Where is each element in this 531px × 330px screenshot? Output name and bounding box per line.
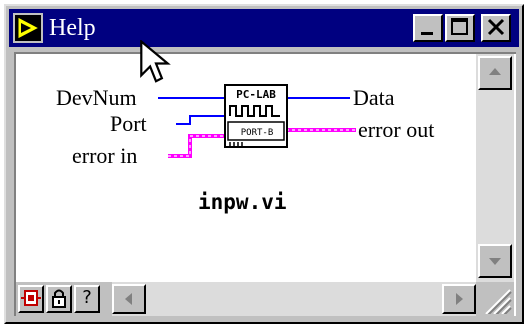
help-window: Help PC-LAB PORT-B DevNum Port error in … bbox=[4, 4, 524, 324]
horizontal-scrollbar[interactable] bbox=[112, 282, 476, 316]
help-content-area: PC-LAB PORT-B DevNum Port error in Data … bbox=[14, 52, 516, 316]
vi-name: inpw.vi bbox=[198, 190, 287, 214]
vi-icon[interactable]: PC-LAB PORT-B bbox=[224, 84, 288, 148]
scroll-down-button[interactable] bbox=[478, 244, 512, 278]
close-button[interactable] bbox=[481, 14, 511, 42]
vi-icon-top-label: PC-LAB bbox=[236, 88, 276, 101]
resize-grip-icon[interactable] bbox=[480, 284, 512, 314]
title-bar[interactable]: Help bbox=[9, 9, 519, 47]
labview-run-arrow-icon[interactable] bbox=[13, 13, 43, 43]
vertical-scrollbar[interactable] bbox=[476, 54, 514, 282]
maximize-icon bbox=[451, 18, 468, 35]
scroll-right-button[interactable] bbox=[442, 284, 476, 314]
input-devnum-label: DevNum bbox=[56, 85, 137, 110]
input-port-label: Port bbox=[110, 111, 147, 136]
question-icon: ? bbox=[82, 287, 92, 308]
diagram-icon bbox=[21, 290, 41, 306]
scroll-left-button[interactable] bbox=[112, 284, 146, 314]
lock-icon bbox=[52, 289, 66, 308]
input-error-in-label: error in bbox=[72, 143, 138, 168]
vi-icon-bottom-label: PORT-B bbox=[241, 128, 274, 138]
error-in-wire-pattern bbox=[168, 135, 224, 157]
port-wire bbox=[176, 115, 224, 125]
maximize-button[interactable] bbox=[445, 14, 475, 42]
close-icon bbox=[487, 18, 505, 36]
arrow-left-icon bbox=[125, 293, 132, 305]
arrow-right-icon bbox=[456, 293, 463, 305]
scroll-up-button[interactable] bbox=[478, 56, 512, 90]
minimize-button[interactable] bbox=[413, 14, 443, 42]
error-in-wire bbox=[168, 134, 224, 158]
connector-diagram: PC-LAB PORT-B DevNum Port error in Data … bbox=[16, 54, 476, 280]
output-error-out-label: error out bbox=[358, 117, 435, 142]
bottom-toolbar: ? bbox=[16, 282, 514, 316]
mouse-pointer-icon bbox=[140, 40, 171, 83]
help-button[interactable]: ? bbox=[74, 285, 100, 313]
window-title: Help bbox=[49, 15, 96, 41]
minimize-icon bbox=[421, 32, 433, 35]
show-diagram-button[interactable] bbox=[18, 285, 44, 313]
lock-button[interactable] bbox=[46, 285, 72, 313]
arrow-down-icon bbox=[489, 258, 501, 265]
arrow-up-icon bbox=[489, 68, 501, 75]
output-data-label: Data bbox=[353, 85, 395, 110]
